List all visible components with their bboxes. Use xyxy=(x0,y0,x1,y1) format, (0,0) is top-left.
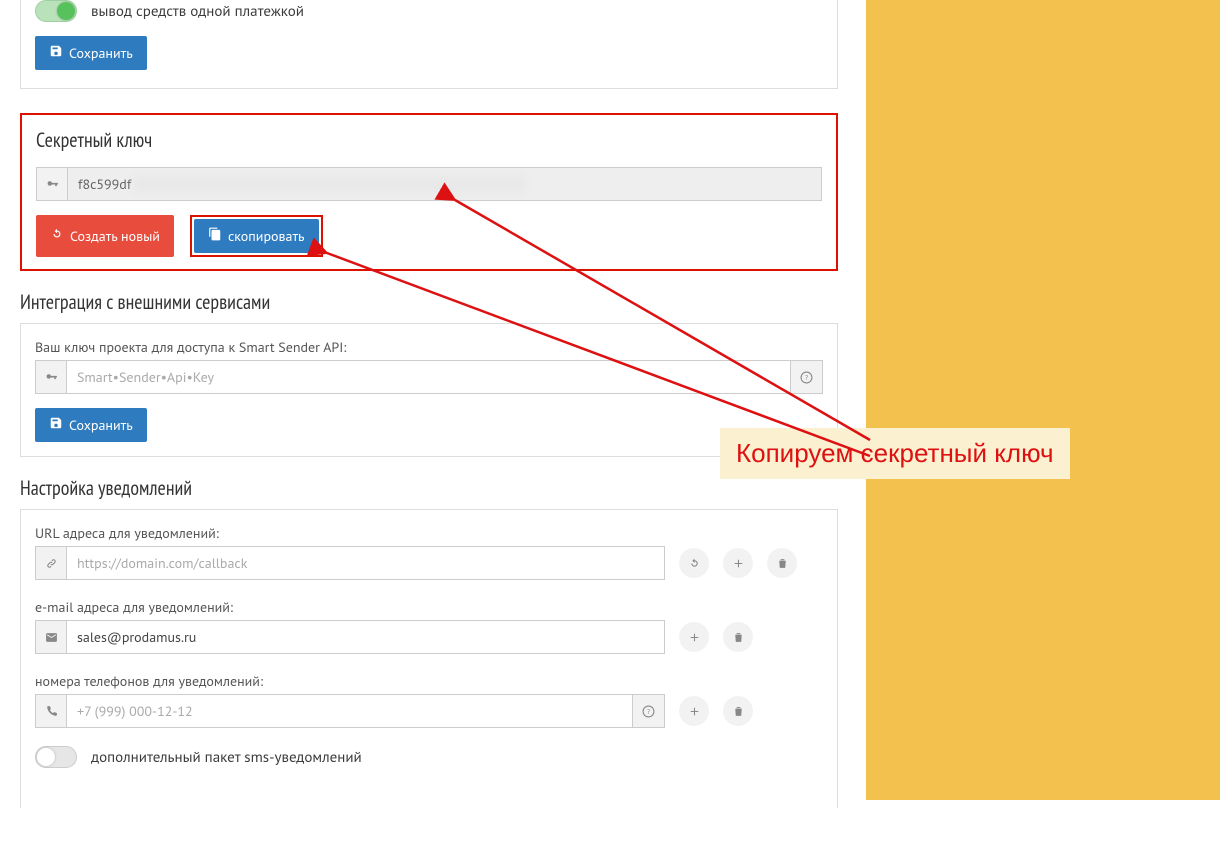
key-icon-api xyxy=(35,360,67,394)
refresh-icon xyxy=(50,227,64,245)
panel-integration: Ваш ключ проекта для доступа к Smart Sen… xyxy=(20,323,838,457)
secret-key-highlight: Секретный ключ f8c599df Создать новый xyxy=(20,113,838,271)
mail-icon xyxy=(35,620,67,654)
delete-email-button[interactable] xyxy=(723,622,753,652)
api-key-input[interactable] xyxy=(67,360,791,394)
integration-title: Интеграция с внешними сервисами xyxy=(20,289,838,315)
toggle-single-payout-label: вывод средств одной платежкой xyxy=(91,2,304,21)
panel-top-payout: вывод средств одной платежкой Сохранить xyxy=(20,0,838,89)
notify-phone-input[interactable] xyxy=(67,694,633,728)
secret-key-blurred xyxy=(135,176,525,192)
save-button-top[interactable]: Сохранить xyxy=(35,36,147,70)
add-email-button[interactable] xyxy=(679,622,709,652)
help-icon-api[interactable]: ? xyxy=(791,360,823,394)
secret-key-value: f8c599df xyxy=(78,175,131,193)
help-icon-phone[interactable]: ? xyxy=(633,694,665,728)
annotation-callout: Копируем секретный ключ xyxy=(720,428,1070,479)
refresh-url-button[interactable] xyxy=(679,548,709,578)
save-button-top-label: Сохранить xyxy=(69,44,133,62)
delete-phone-button[interactable] xyxy=(723,696,753,726)
link-icon xyxy=(35,546,67,580)
notify-email-label: e-mail адреса для уведомлений: xyxy=(35,598,823,616)
notify-email-input[interactable] xyxy=(67,620,665,654)
copy-key-label: скопировать xyxy=(228,227,305,245)
notify-phone-label: номера телефонов для уведомлений: xyxy=(35,672,823,690)
copy-key-highlight: скопировать xyxy=(190,215,323,257)
key-icon xyxy=(36,167,68,201)
delete-url-button[interactable] xyxy=(767,548,797,578)
copy-icon xyxy=(208,227,222,245)
svg-text:?: ? xyxy=(805,373,808,382)
phone-icon xyxy=(35,694,67,728)
panel-notify: URL адреса для уведомлений: xyxy=(20,509,838,808)
save-button-integration[interactable]: Сохранить xyxy=(35,408,147,442)
toggle-single-payout[interactable] xyxy=(35,0,77,22)
yellow-band xyxy=(866,0,1220,800)
toggle-sms-pack[interactable] xyxy=(35,746,77,768)
notify-url-input[interactable] xyxy=(67,546,665,580)
secret-key-title: Секретный ключ xyxy=(36,127,822,153)
api-key-label: Ваш ключ проекта для доступа к Smart Sen… xyxy=(35,338,823,356)
create-new-key-label: Создать новый xyxy=(70,227,160,245)
notify-title: Настройка уведомлений xyxy=(20,475,838,501)
toggle-sms-pack-label: дополнительный пакет sms-уведомлений xyxy=(91,748,362,767)
create-new-key-button[interactable]: Создать новый xyxy=(36,215,174,257)
notify-url-label: URL адреса для уведомлений: xyxy=(35,524,823,542)
save-icon xyxy=(49,44,63,62)
add-phone-button[interactable] xyxy=(679,696,709,726)
save-icon-integration xyxy=(49,416,63,434)
svg-text:?: ? xyxy=(647,707,650,716)
add-url-button[interactable] xyxy=(723,548,753,578)
secret-key-group: f8c599df xyxy=(36,167,822,201)
secret-key-input[interactable]: f8c599df xyxy=(68,167,822,201)
save-button-integration-label: Сохранить xyxy=(69,416,133,434)
copy-key-button[interactable]: скопировать xyxy=(194,219,319,253)
